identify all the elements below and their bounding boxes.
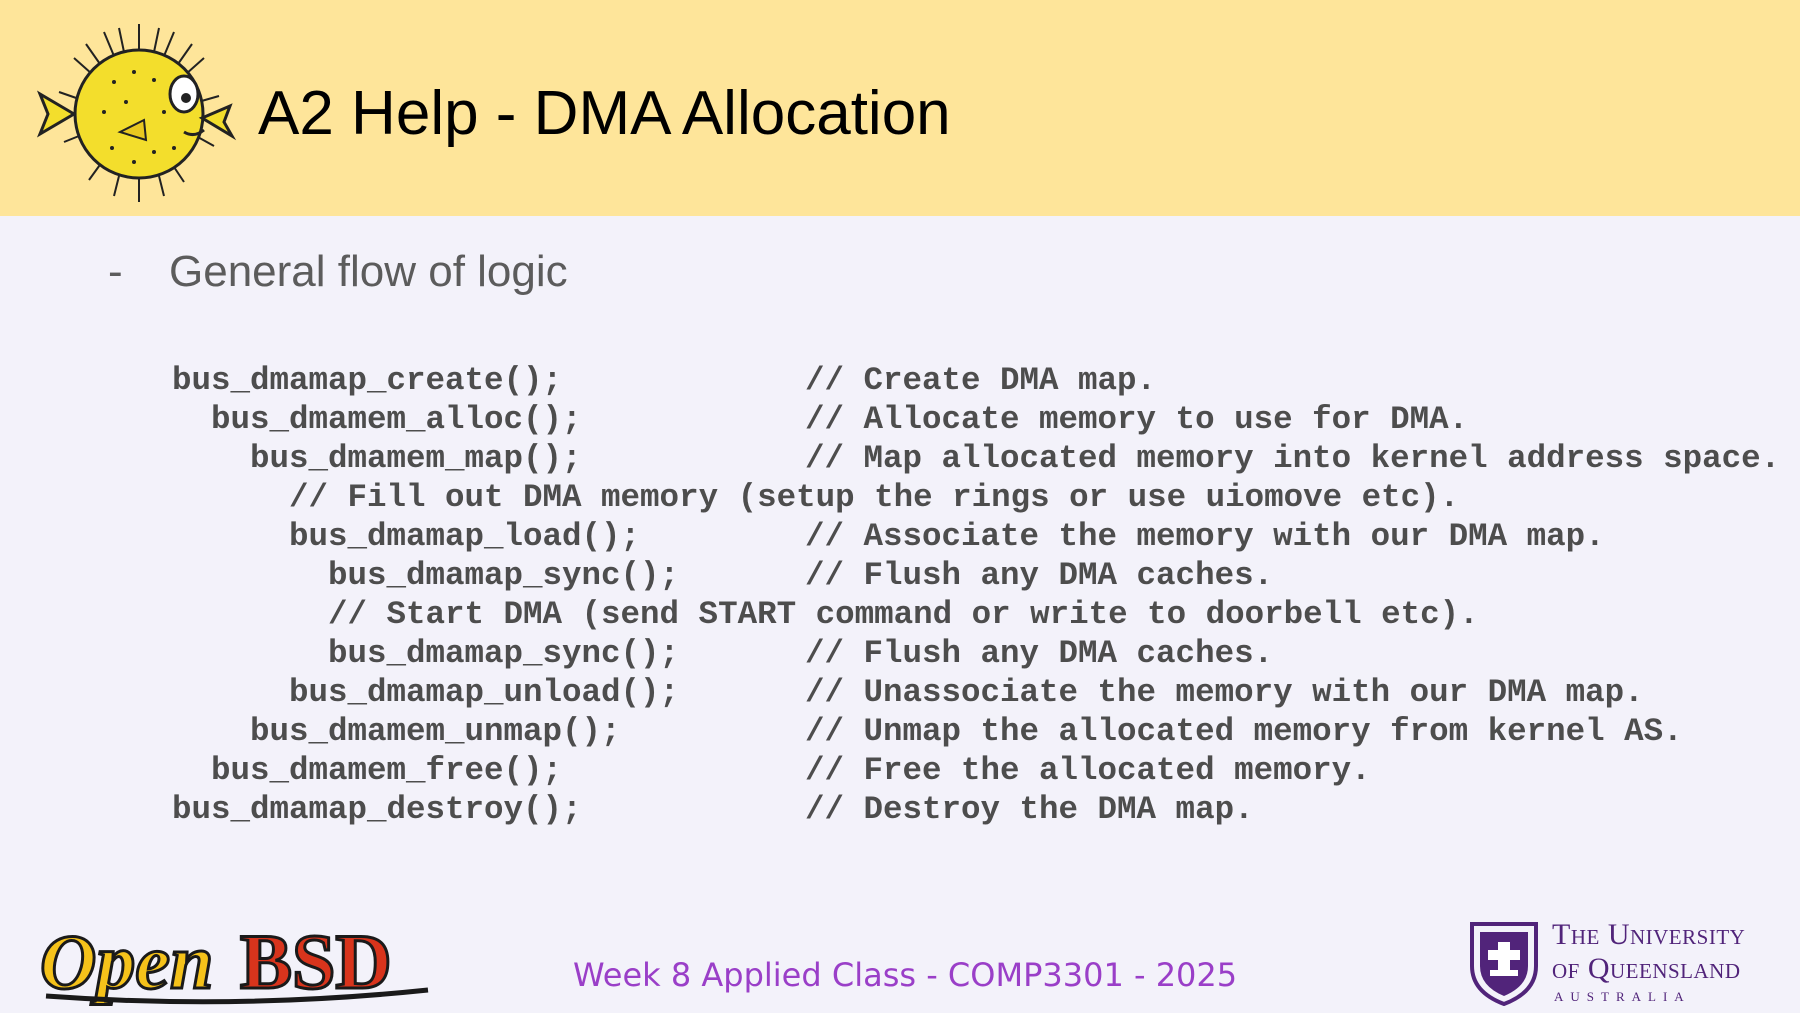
code-function-call: bus_dmamem_alloc(); <box>211 401 582 438</box>
code-comment: // Fill out DMA memory (setup the rings … <box>289 479 1460 516</box>
slide-header: A2 Help - DMA Allocation <box>0 0 1800 216</box>
code-comment: // Map allocated memory into kernel addr… <box>805 440 1781 477</box>
uq-logo-line2: of Queensland <box>1552 952 1741 985</box>
slide-title: A2 Help - DMA Allocation <box>258 79 951 148</box>
code-function-call: bus_dmamem_free(); <box>211 752 563 789</box>
openbsd-logo-open: Open <box>40 918 213 1005</box>
code-comment: // Create DMA map. <box>805 362 1157 399</box>
uq-logo-line1: The University <box>1552 918 1746 951</box>
code-function-call: bus_dmamap_sync(); <box>328 557 680 594</box>
code-comment: // Flush any DMA caches. <box>805 635 1274 672</box>
code-function-call: bus_dmamap_unload(); <box>289 674 680 711</box>
code-comment: // Associate the memory with our DMA map… <box>805 518 1605 555</box>
code-comment: // Start DMA (send START command or writ… <box>328 596 1479 633</box>
puffy-pufferfish-icon <box>36 24 237 202</box>
code-function-call: bus_dmamap_create(); <box>172 362 563 399</box>
openbsd-logo: Open BSD <box>39 918 429 1007</box>
code-comment: // Free the allocated memory. <box>805 752 1371 789</box>
code-comment: // Destroy the DMA map. <box>805 791 1254 828</box>
footer-course-text: Week 8 Applied Class - COMP3301 - 2025 <box>573 956 1238 994</box>
code-comment: // Allocate memory to use for DMA. <box>805 401 1469 438</box>
code-comment: // Unmap the allocated memory from kerne… <box>805 713 1683 750</box>
bullet-text: General flow of logic <box>169 247 568 296</box>
code-function-call: bus_dmamem_map(); <box>250 440 582 477</box>
bullet-marker: - <box>108 247 123 296</box>
uq-logo-line3: AUSTRALIA <box>1554 989 1691 1004</box>
code-function-call: bus_dmamap_sync(); <box>328 635 680 672</box>
code-function-call: bus_dmamap_load(); <box>289 518 641 555</box>
openbsd-logo-bsd: BSD <box>240 918 392 1005</box>
uq-crest-icon <box>1470 922 1538 1006</box>
uq-logo-text: The University of Queensland AUSTRALIA <box>1552 918 1745 1008</box>
code-comment: // Unassociate the memory with our DMA m… <box>805 674 1644 711</box>
code-function-call: bus_dmamap_destroy(); <box>172 791 582 828</box>
code-function-call: bus_dmamem_unmap(); <box>250 713 621 750</box>
code-comment: // Flush any DMA caches. <box>805 557 1274 594</box>
